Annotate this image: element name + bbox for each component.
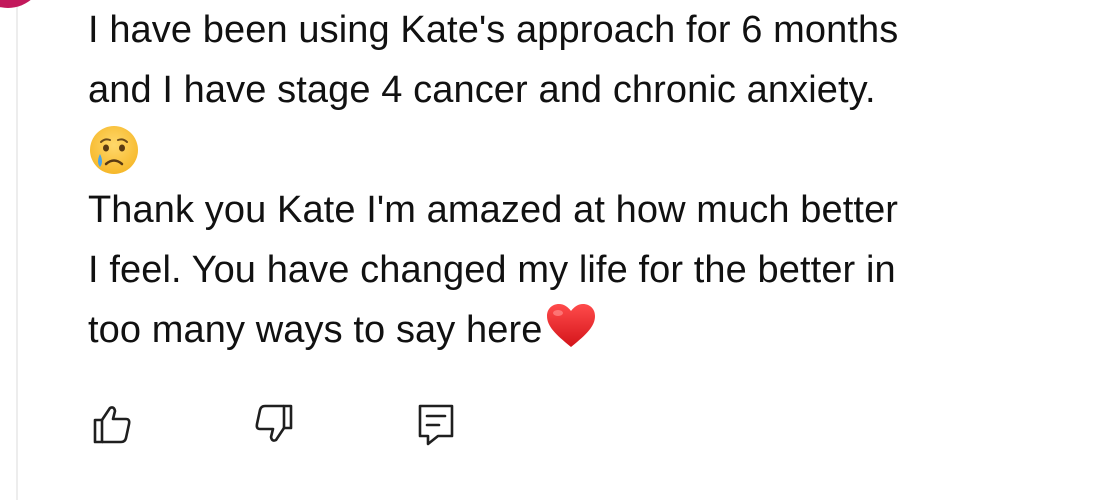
comment-line-1: I have been using Kate's approach for 6 …	[88, 9, 899, 51]
crying-face-icon	[90, 126, 138, 174]
comment-line-3: Thank you Kate I'm amazed at how much be…	[88, 189, 899, 231]
dislike-button[interactable]	[248, 398, 300, 450]
reply-comment-icon	[418, 404, 454, 446]
thumbs-up-icon	[93, 406, 131, 444]
thread-line	[16, 0, 18, 500]
comment-body: I have been using Kate's approach for 6 …	[88, 0, 1078, 360]
avatar[interactable]	[0, 0, 44, 8]
reply-button[interactable]	[410, 398, 462, 450]
thumbs-down-icon	[255, 404, 293, 442]
comment-emoji-line	[88, 120, 1078, 180]
comment-line-2: and I have stage 4 cancer and chronic an…	[88, 69, 876, 111]
like-button[interactable]	[86, 398, 138, 450]
red-heart-icon	[546, 304, 595, 347]
comment-line-5: too many ways to say here	[88, 300, 1078, 360]
comment-line-4: I feel. You have changed my life for the…	[88, 249, 896, 291]
comment-line-5-text: too many ways to say here	[88, 309, 543, 351]
comment-actions	[86, 398, 462, 450]
